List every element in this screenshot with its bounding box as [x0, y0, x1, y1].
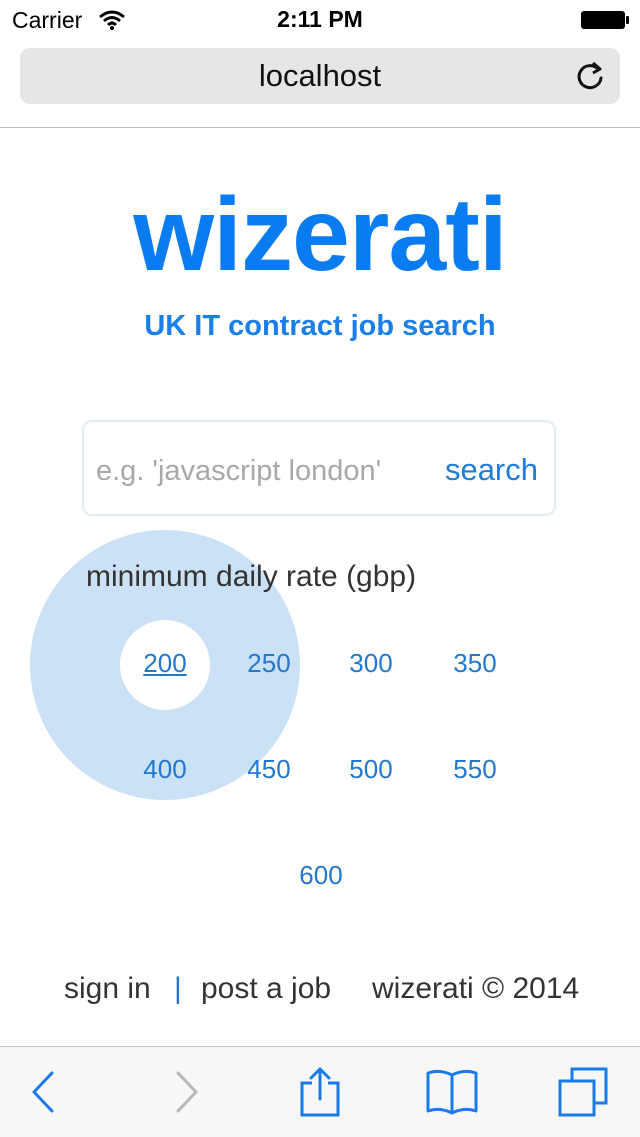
address-bar[interactable]: localhost: [20, 48, 620, 104]
search-box: search: [82, 420, 556, 516]
rate-option-350[interactable]: 350: [430, 648, 520, 679]
forward-icon[interactable]: [158, 1067, 214, 1117]
rate-option-450[interactable]: 450: [224, 754, 314, 785]
footer-separator: |: [174, 972, 182, 1005]
bookmarks-icon[interactable]: [424, 1067, 480, 1117]
url-label[interactable]: localhost: [20, 58, 620, 94]
battery-icon: [581, 11, 629, 29]
rate-option-500[interactable]: 500: [326, 754, 416, 785]
search-input[interactable]: [94, 448, 428, 494]
reload-icon[interactable]: [574, 60, 606, 92]
header-divider: [0, 127, 640, 128]
rate-option-550[interactable]: 550: [430, 754, 520, 785]
tagline: UK IT contract job search: [144, 310, 496, 342]
search-button[interactable]: search: [445, 452, 538, 488]
back-icon[interactable]: [16, 1067, 72, 1117]
status-bar: Carrier 2:11 PM: [0, 0, 640, 40]
post-job-link[interactable]: post a job: [201, 972, 331, 1006]
logo[interactable]: wizerati: [0, 175, 640, 295]
sign-in-link[interactable]: sign in: [64, 972, 151, 1006]
copyright-text: wizerati © 2014: [372, 972, 580, 1005]
rate-title: minimum daily rate (gbp): [86, 560, 417, 593]
rate-option-600[interactable]: 600: [276, 860, 366, 891]
share-icon[interactable]: [292, 1067, 348, 1117]
footer: sign in | post a job wizerati © 2014: [0, 972, 640, 1012]
rate-option-400[interactable]: 400: [120, 754, 210, 785]
browser-toolbar: [0, 1046, 640, 1137]
rate-option-200[interactable]: 200: [120, 648, 210, 679]
rate-option-250[interactable]: 250: [224, 648, 314, 679]
clock: 2:11 PM: [277, 6, 363, 32]
tabs-icon[interactable]: [556, 1067, 612, 1117]
rate-option-300[interactable]: 300: [326, 648, 416, 679]
